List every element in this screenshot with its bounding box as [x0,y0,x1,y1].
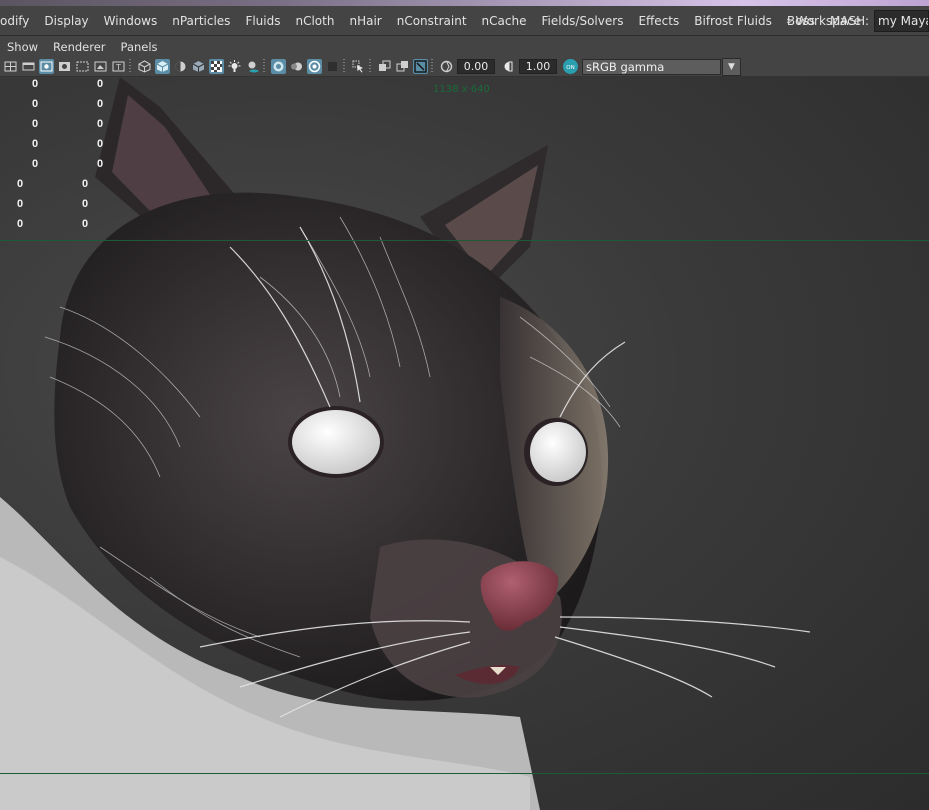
toolbar-separator [343,59,345,74]
hud-value: 0 [17,198,24,210]
default-material-icon[interactable] [191,59,206,74]
menu-display[interactable]: Display [44,14,88,28]
dropdown-arrow-icon[interactable]: ▼ [722,57,741,76]
color-management-icon[interactable]: ON [563,59,578,74]
smooth-shade-icon[interactable] [155,59,170,74]
color-space-dropdown[interactable]: sRGB gamma [582,58,721,75]
hud-value: 0 [82,218,89,230]
workspace-label: Workspace : [795,13,869,28]
film-gate-icon[interactable] [21,59,36,74]
depth-of-field-icon[interactable] [325,59,340,74]
toolbar-separator [369,59,371,74]
gamma-icon[interactable] [501,59,516,74]
menu-effects[interactable]: Effects [638,14,679,28]
gamma-field[interactable]: 1.00 [519,59,557,74]
hud-value: 0 [32,78,39,90]
wireframe-on-shaded-icon[interactable] [173,59,188,74]
double-chevron-right-icon[interactable]: » [786,14,793,27]
hud-value: 0 [97,158,104,170]
xray-icon[interactable] [377,59,392,74]
resolution-gate-bottom-line [0,773,929,774]
menu-ncache[interactable]: nCache [482,14,527,28]
viewport-panel[interactable]: 1138 x 640 0 0 0 0 0 0 0 0 0 0 0 0 0 0 0… [0,77,929,810]
toolbar-separator [431,59,433,74]
xray-components-icon[interactable] [413,59,428,74]
resolution-gate-label: 1138 x 640 [433,84,490,95]
color-space-label: sRGB gamma [586,59,665,74]
menu-modify[interactable]: odify [0,14,29,28]
svg-text:T: T [115,63,121,72]
resolution-gate-top-line [0,240,929,241]
workspace-area: » Workspace : my Maya [786,6,929,35]
hud-value: 0 [97,138,104,150]
hud-value: 0 [82,178,89,190]
menu-fluids[interactable]: Fluids [245,14,280,28]
svg-text:ON: ON [566,65,574,71]
gate-mask-icon[interactable] [57,59,72,74]
camera-attributes-icon[interactable] [3,59,18,74]
panel-menu-panels[interactable]: Panels [121,40,158,54]
hud-value: 0 [17,218,24,230]
wireframe-icon[interactable] [137,59,152,74]
hud-value: 0 [82,198,89,210]
xray-joints-icon[interactable] [395,59,410,74]
motion-blur-icon[interactable] [289,59,304,74]
menu-bifrost-fluids[interactable]: Bifrost Fluids [694,14,772,28]
hud-value: 0 [97,78,104,90]
menu-fields-solvers[interactable]: Fields/Solvers [541,14,623,28]
textured-icon[interactable] [209,59,224,74]
exposure-icon[interactable] [439,59,454,74]
cat-render [0,77,811,810]
main-menu-bar: odify Display Windows nParticles Fluids … [0,6,929,36]
menu-nparticles[interactable]: nParticles [172,14,230,28]
shadows-icon[interactable] [245,59,260,74]
panel-menu-renderer[interactable]: Renderer [53,40,106,54]
panel-menu-show[interactable]: Show [7,40,38,54]
screen-space-ao-icon[interactable] [271,59,286,74]
safe-action-icon[interactable] [93,59,108,74]
resolution-gate-icon[interactable] [39,59,54,74]
workspace-selector[interactable]: my Maya [874,9,929,32]
hud-value: 0 [32,138,39,150]
field-chart-icon[interactable] [75,59,90,74]
hud-value: 0 [97,118,104,130]
menu-nhair[interactable]: nHair [349,14,381,28]
panel-menu-bar: Show Renderer Panels [0,36,929,57]
anti-aliasing-icon[interactable] [307,59,322,74]
toolbar-separator [263,59,265,74]
hud-value: 0 [32,158,39,170]
safe-title-icon[interactable]: T [111,59,126,74]
use-all-lights-icon[interactable] [227,59,242,74]
exposure-field[interactable]: 0.00 [457,59,495,74]
menu-windows[interactable]: Windows [104,14,158,28]
isolate-select-icon[interactable] [351,59,366,74]
menu-ncloth[interactable]: nCloth [295,14,334,28]
toolbar-separator [129,59,131,74]
hud-value: 0 [32,98,39,110]
panel-toolbar: T 0.00 1.00 ON sRGB gamma ▼ [0,57,929,77]
hud-value: 0 [97,98,104,110]
hud-value: 0 [32,118,39,130]
hud-value: 0 [17,178,24,190]
menu-nconstraint[interactable]: nConstraint [397,14,467,28]
